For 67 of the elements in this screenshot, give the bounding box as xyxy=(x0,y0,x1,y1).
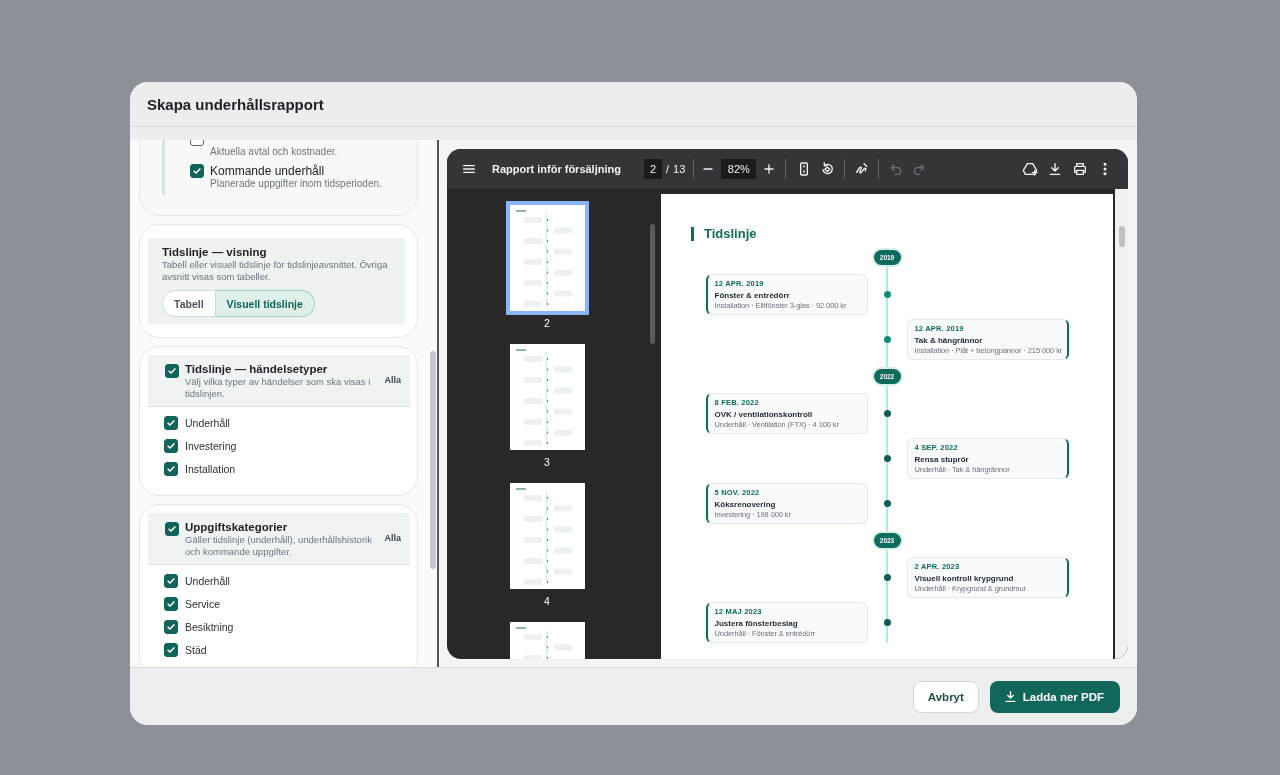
checkbox[interactable] xyxy=(164,619,178,634)
checkmark-icon xyxy=(166,598,176,609)
page-thumbnail[interactable] xyxy=(505,201,589,315)
checkbox[interactable] xyxy=(164,461,178,476)
checkbox[interactable] xyxy=(164,573,178,588)
checkmark-icon xyxy=(166,644,176,655)
view-toggle-option[interactable]: Visuell tidslinje xyxy=(215,290,315,317)
dialog-title: Skapa underhållsrapport xyxy=(147,95,324,113)
event-title: Fönster & entrédörr xyxy=(714,291,791,301)
checkmark-icon xyxy=(166,575,176,586)
page-number: 4 xyxy=(544,595,550,607)
checkbox-label: Underhåll xyxy=(185,574,230,587)
download-icon[interactable] xyxy=(1047,161,1063,177)
checkbox[interactable] xyxy=(164,596,178,611)
section-title: Tidslinje — visning xyxy=(162,246,268,258)
select-all-link[interactable]: Alla xyxy=(384,375,401,385)
checkbox[interactable] xyxy=(165,522,179,536)
checkbox-label: Service xyxy=(185,597,220,610)
scrollbar[interactable] xyxy=(650,224,655,344)
checkmark-icon xyxy=(166,440,176,451)
checkbox-label: Installation xyxy=(185,462,236,475)
page-count: 13 xyxy=(673,163,686,175)
checkbox-label: Investering xyxy=(185,439,237,452)
event-title: Justera fönsterbeslag xyxy=(714,619,799,629)
page-number: 3 xyxy=(544,456,550,468)
download-icon xyxy=(1003,690,1017,703)
scrollbar[interactable] xyxy=(430,351,436,569)
event-title: OVK / ventilationskontroll xyxy=(714,410,814,420)
checkmark-icon xyxy=(192,166,202,176)
event-title: Visuell kontroll krypgrund xyxy=(914,574,1015,584)
checkbox[interactable] xyxy=(164,415,178,430)
view-toggle-option[interactable]: Tabell xyxy=(162,290,216,317)
checkbox[interactable] xyxy=(190,164,204,178)
section-description: Välj vilka typer av händelser som ska visas i tidslinjen. xyxy=(185,376,372,400)
zoom-input[interactable]: 82% xyxy=(721,159,757,179)
checkbox-label: Städ xyxy=(185,643,207,656)
document-heading: Tidslinje xyxy=(704,226,757,242)
select-all-link[interactable]: Alla xyxy=(384,533,401,543)
checkbox-label: Underhåll xyxy=(185,416,230,429)
option-label: Kommande underhåll xyxy=(210,164,326,178)
page-number: 2 xyxy=(544,317,550,329)
document-title: Rapport inför försäljning xyxy=(492,163,622,175)
rotate-icon[interactable] xyxy=(819,161,836,177)
checkmark-icon xyxy=(166,417,176,428)
checkmark-icon xyxy=(166,463,176,474)
section-title: Uppgiftskategorier xyxy=(185,521,289,533)
option-description: Planerade uppgifter inom tidsperioden. xyxy=(210,178,382,190)
option-description: Aktuella avtal och kostnader. xyxy=(210,146,338,158)
cancel-button[interactable]: Avbryt xyxy=(912,680,979,713)
checkbox[interactable] xyxy=(164,438,178,453)
print-icon[interactable] xyxy=(1072,161,1088,177)
download-pdf-button[interactable]: Ladda ner PDF xyxy=(989,680,1120,713)
checkbox[interactable] xyxy=(165,364,179,378)
page-input[interactable]: 2 xyxy=(644,159,662,179)
section-description: Gäller tidslinje (underhåll), underhållshistorik och kommande uppgifter. xyxy=(185,534,373,558)
section-description: Tabell eller visuell tidslinje för tidslinjeavsnittet. Övriga avsnitt visas som tabeller. xyxy=(162,259,389,283)
scrollbar[interactable] xyxy=(1119,226,1125,247)
checkbox-label: Besiktning xyxy=(185,620,234,633)
checkmark-icon xyxy=(167,366,177,376)
event-title: Köksrenovering xyxy=(714,500,777,510)
checkmark-icon xyxy=(166,621,176,632)
event-title: Tak & hängrännor xyxy=(914,336,984,346)
page-separator: / xyxy=(666,163,670,175)
event-title: Rensa stuprör xyxy=(914,455,970,465)
checkbox[interactable] xyxy=(164,642,178,657)
section-title: Tidslinje — händelsetyper xyxy=(185,363,329,375)
checkmark-icon xyxy=(167,524,177,534)
